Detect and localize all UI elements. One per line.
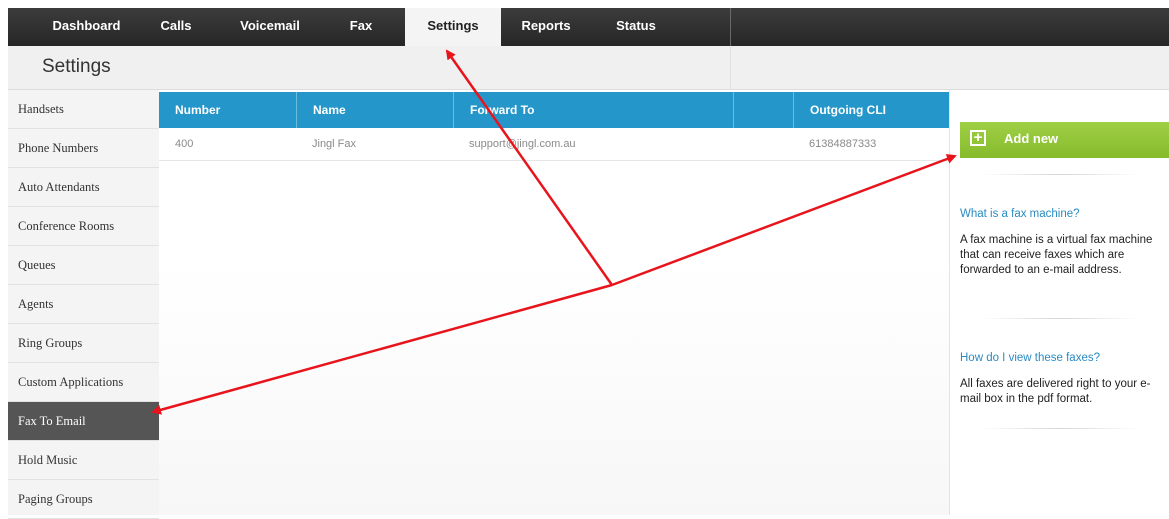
tab-calls[interactable]: Calls bbox=[154, 8, 198, 46]
page-header: Settings bbox=[8, 46, 1169, 90]
column-header-spacer bbox=[733, 92, 793, 128]
sidebar-item-custom-applications[interactable]: Custom Applications bbox=[8, 363, 159, 402]
sidebar-item-hold-music[interactable]: Hold Music bbox=[8, 441, 159, 480]
column-header-name[interactable]: Name bbox=[296, 92, 453, 128]
divider bbox=[980, 318, 1140, 319]
faq-answer: A fax machine is a virtual fax machine t… bbox=[960, 234, 1153, 276]
sidebar-item-conference-rooms[interactable]: Conference Rooms bbox=[8, 207, 159, 246]
page-title: Settings bbox=[42, 56, 111, 77]
fax-table-area: Number Name Forward To Outgoing CLI 400 … bbox=[159, 90, 949, 515]
header-divider bbox=[730, 46, 731, 89]
cell-number: 400 bbox=[175, 138, 194, 150]
cell-name: Jingl Fax bbox=[312, 138, 357, 150]
cell-forward-to: support@jingl.com.au bbox=[469, 138, 576, 150]
table-header: Number Name Forward To Outgoing CLI bbox=[159, 92, 949, 128]
table-row[interactable]: 400 Jingl Fax support@jingl.com.au 61384… bbox=[159, 128, 949, 161]
sidebar-item-handsets[interactable]: Handsets bbox=[8, 90, 159, 129]
sidebar-item-phone-numbers[interactable]: Phone Numbers bbox=[8, 129, 159, 168]
topbar-divider bbox=[730, 8, 731, 46]
divider bbox=[980, 174, 1140, 175]
sidebar-item-paging-groups[interactable]: Paging Groups bbox=[8, 480, 159, 519]
tab-fax[interactable]: Fax bbox=[338, 8, 384, 46]
faq-answer: All faxes are delivered right to your e-… bbox=[960, 378, 1151, 405]
plus-square-icon: + bbox=[970, 130, 986, 146]
divider bbox=[980, 428, 1140, 429]
cell-outgoing-cli: 61384887333 bbox=[809, 138, 877, 150]
help-panel: + Add new What is a fax machine? A fax m… bbox=[949, 90, 1169, 515]
tab-reports[interactable]: Reports bbox=[508, 8, 584, 46]
tab-settings[interactable]: Settings bbox=[405, 8, 501, 48]
top-nav-bar: Dashboard Calls Voicemail Fax Settings R… bbox=[8, 8, 1169, 48]
column-header-number[interactable]: Number bbox=[159, 92, 296, 128]
sidebar-item-auto-attendants[interactable]: Auto Attendants bbox=[8, 168, 159, 207]
add-new-button[interactable]: + Add new bbox=[960, 122, 1169, 158]
sidebar-item-queues[interactable]: Queues bbox=[8, 246, 159, 285]
column-header-forward-to[interactable]: Forward To bbox=[453, 92, 733, 128]
tab-status[interactable]: Status bbox=[604, 8, 668, 46]
column-header-outgoing-cli[interactable]: Outgoing CLI bbox=[793, 92, 949, 128]
add-new-label: Add new bbox=[1004, 131, 1059, 146]
sidebar-item-fax-to-email[interactable]: Fax To Email bbox=[8, 402, 159, 441]
faq-question-link[interactable]: How do I view these faxes? bbox=[960, 352, 1100, 364]
tab-dashboard[interactable]: Dashboard bbox=[34, 8, 139, 46]
tab-voicemail[interactable]: Voicemail bbox=[230, 8, 310, 46]
settings-sidebar: Handsets Phone Numbers Auto Attendants C… bbox=[8, 90, 159, 519]
sidebar-item-agents[interactable]: Agents bbox=[8, 285, 159, 324]
sidebar-item-ring-groups[interactable]: Ring Groups bbox=[8, 324, 159, 363]
faq-question-link[interactable]: What is a fax machine? bbox=[960, 208, 1080, 220]
